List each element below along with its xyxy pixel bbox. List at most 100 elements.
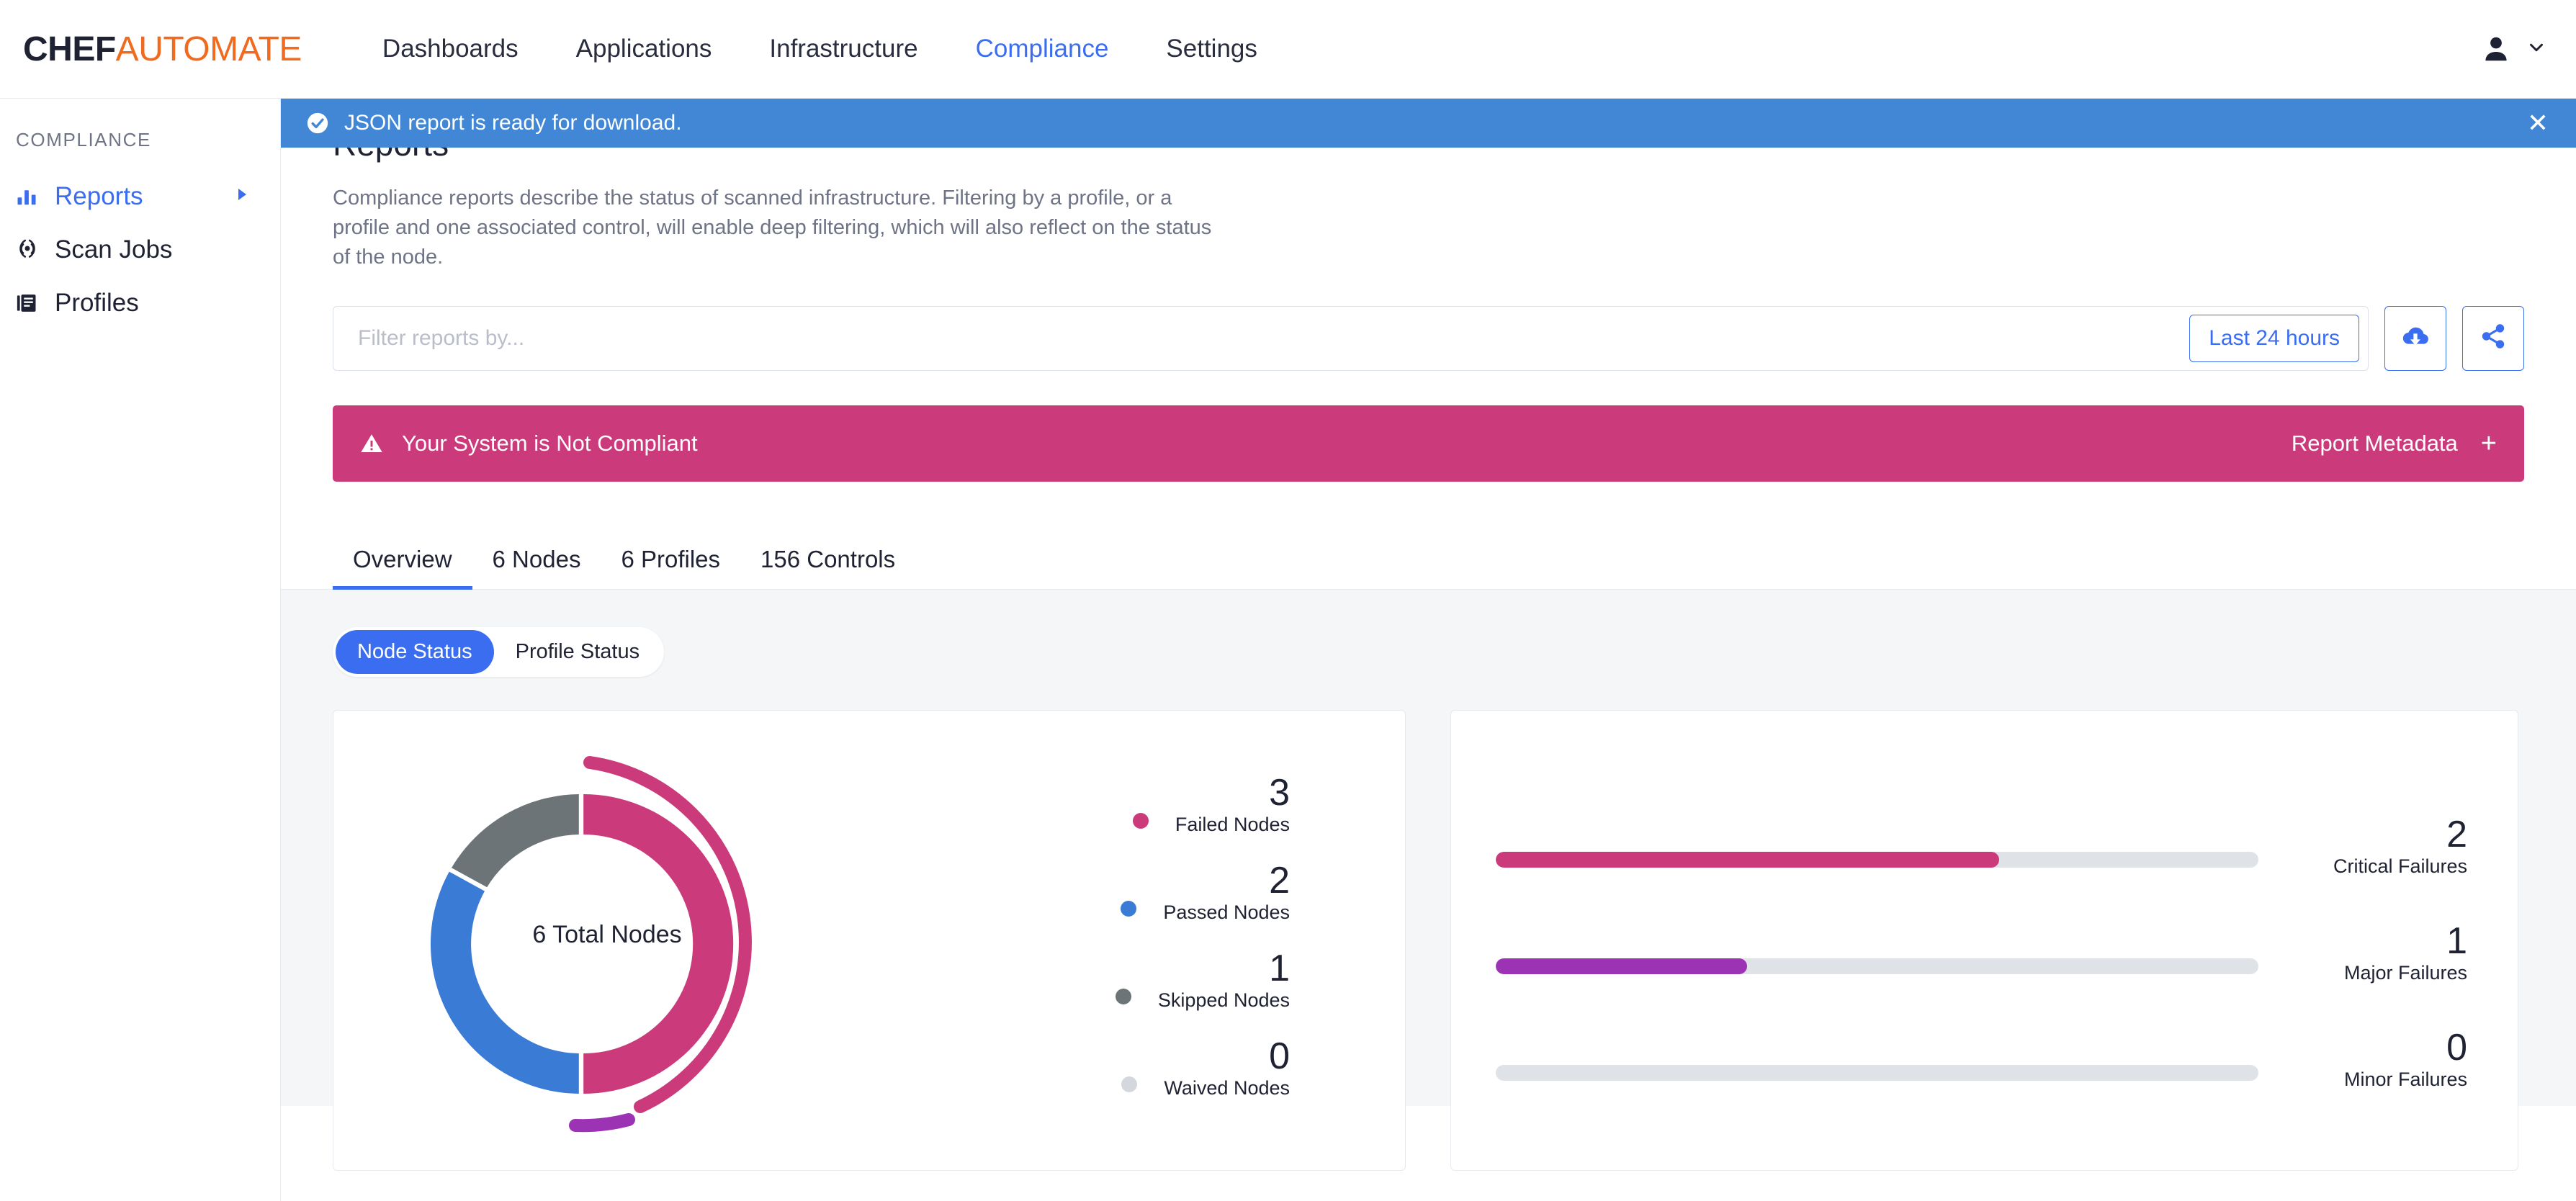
legend-item-failed-nodes[interactable]: 3 Failed Nodes: [1126, 771, 1290, 836]
brand-logo[interactable]: CHEFAUTOMATE: [23, 30, 302, 69]
legend-item-waived-nodes[interactable]: 0 Waived Nodes: [1115, 1035, 1290, 1099]
legend-label-failed: Failed Nodes: [1175, 813, 1290, 835]
book-icon: [16, 292, 48, 314]
bar-count-critical: 2: [2446, 813, 2467, 855]
expand-plus-icon: +: [2480, 428, 2497, 459]
brand-chef: CHEF: [23, 30, 116, 68]
sidebar-item-scan-jobs[interactable]: Scan Jobs: [0, 223, 280, 276]
download-report-button[interactable]: [2384, 305, 2446, 371]
bar-row-major-failures[interactable]: 1 Major Failures: [1496, 922, 2467, 984]
cloud-download-icon: [2401, 322, 2430, 354]
legend-count-skipped: 1: [1269, 947, 1290, 989]
share-report-button[interactable]: [2462, 305, 2524, 371]
nav-item-dashboards[interactable]: Dashboards: [354, 35, 547, 63]
legend-label-skipped: Skipped Nodes: [1157, 989, 1290, 1011]
check-circle-icon: [305, 111, 330, 135]
tab-overview[interactable]: Overview: [333, 546, 472, 590]
sidebar-item-label-reports: Reports: [55, 182, 143, 210]
nav-item-applications[interactable]: Applications: [547, 35, 741, 63]
notification-banner: JSON report is ready for download. ✕: [281, 99, 2576, 148]
donut-slice-passed: [430, 871, 579, 1094]
chevron-down-icon: [2526, 37, 2547, 62]
chevron-right-icon[interactable]: [233, 186, 250, 207]
nav-item-compliance[interactable]: Compliance: [947, 35, 1138, 63]
top-navigation-bar: CHEFAUTOMATE Dashboards Applications Inf…: [0, 0, 2576, 99]
donut-slice-skipped: [452, 793, 579, 887]
report-tabs: Overview 6 Nodes 6 Profiles 156 Controls: [281, 523, 2576, 590]
sidebar-item-label-scan-jobs: Scan Jobs: [55, 235, 173, 264]
legend-text-passed: 2 Passed Nodes: [1163, 859, 1290, 924]
overview-cards: 6 Total Nodes 3 Failed Nodes 2 Passed No…: [333, 709, 2524, 1171]
bar-fill-critical: [1496, 851, 1999, 868]
user-menu[interactable]: [2479, 32, 2547, 66]
donut-center-label: 6 Total Nodes: [532, 920, 682, 948]
failure-severity-card: 2 Critical Failures 1 Major Failures 0 M…: [1450, 709, 2518, 1171]
close-icon[interactable]: ✕: [2527, 110, 2549, 136]
compliance-alert-banner: Your System is Not Compliant Report Meta…: [333, 405, 2524, 482]
legend-count-waived: 0: [1269, 1035, 1290, 1077]
bar-row-critical-failures[interactable]: 2 Critical Failures: [1496, 813, 2467, 878]
user-icon: [2479, 32, 2513, 66]
overview-content: Node Status Profile Status 6 Total Nodes…: [281, 589, 2576, 1171]
share-icon: [2479, 323, 2507, 354]
legend-item-passed-nodes[interactable]: 2 Passed Nodes: [1114, 859, 1290, 924]
warning-triangle-icon: [360, 432, 383, 455]
bar-meta-critical: 2 Critical Failures: [2287, 813, 2467, 878]
sidebar-item-label-profiles: Profiles: [55, 289, 139, 317]
main-content: JSON report is ready for download. ✕ Rep…: [281, 99, 2576, 1201]
legend-dot-skipped: [1115, 988, 1131, 1004]
legend-dot-waived: [1121, 1076, 1138, 1092]
bar-track-critical: [1496, 851, 2258, 868]
alert-text: Your System is Not Compliant: [402, 430, 698, 456]
app-root: CHEFAUTOMATE Dashboards Applications Inf…: [0, 0, 2576, 1201]
page-description: Compliance reports describe the status o…: [333, 186, 1212, 269]
bar-count-minor: 0: [2446, 1026, 2467, 1069]
sidebar-item-reports[interactable]: Reports: [0, 170, 280, 223]
nav-item-infrastructure[interactable]: Infrastructure: [740, 35, 946, 63]
outer-arc-major: [569, 1112, 635, 1132]
bar-count-major: 1: [2446, 919, 2467, 962]
bar-track-major: [1496, 958, 2258, 974]
brand-automate: AUTOMATE: [115, 30, 302, 68]
legend-count-passed: 2: [1269, 859, 1290, 901]
date-range-button[interactable]: Last 24 hours: [2189, 314, 2359, 362]
node-status-legend: 3 Failed Nodes 2 Passed Nodes 1 Skipped …: [881, 711, 1405, 1099]
failure-bars: 2 Critical Failures 1 Major Failures 0 M…: [1451, 711, 2518, 1091]
search-input[interactable]: [358, 325, 2190, 351]
legend-text-skipped: 1 Skipped Nodes: [1157, 947, 1290, 1012]
notification-message: JSON report is ready for download.: [344, 111, 682, 135]
legend-count-failed: 3: [1269, 771, 1290, 814]
bar-fill-major: [1496, 958, 1748, 974]
legend-label-waived: Waived Nodes: [1164, 1076, 1290, 1099]
status-toggle-group: Node Status Profile Status: [333, 626, 665, 677]
sidebar: COMPLIANCE Reports Scan Jobs Profiles: [0, 99, 281, 1201]
report-metadata-label: Report Metadata: [2291, 430, 2458, 456]
nav-item-settings[interactable]: Settings: [1137, 35, 1285, 63]
sidebar-item-profiles[interactable]: Profiles: [0, 276, 280, 330]
bar-track-minor: [1496, 1064, 2258, 1081]
toggle-node-status[interactable]: Node Status: [336, 629, 494, 674]
node-status-donut-chart: 6 Total Nodes: [333, 711, 881, 1166]
bar-label-major: Major Failures: [2343, 961, 2467, 984]
legend-dot-passed: [1121, 900, 1137, 917]
tab-profiles[interactable]: 6 Profiles: [601, 546, 740, 589]
tab-controls[interactable]: 156 Controls: [740, 546, 915, 589]
bar-row-minor-failures[interactable]: 0 Minor Failures: [1496, 1026, 2467, 1091]
bar-chart-icon: [16, 186, 48, 207]
legend-label-passed: Passed Nodes: [1163, 901, 1290, 923]
bar-meta-major: 1 Major Failures: [2287, 922, 2467, 984]
report-metadata-toggle[interactable]: Report Metadata +: [2292, 430, 2497, 457]
filter-input-wrapper[interactable]: Last 24 hours: [333, 305, 2369, 371]
filter-toolbar: Last 24 hours: [333, 305, 2524, 371]
legend-text-failed: 3 Failed Nodes: [1175, 771, 1290, 836]
target-icon: [16, 238, 48, 261]
toggle-profile-status[interactable]: Profile Status: [494, 630, 661, 674]
legend-item-skipped-nodes[interactable]: 1 Skipped Nodes: [1109, 947, 1290, 1012]
bar-meta-minor: 0 Minor Failures: [2287, 1026, 2467, 1091]
legend-dot-failed: [1132, 812, 1149, 829]
tab-nodes[interactable]: 6 Nodes: [472, 546, 601, 589]
sidebar-section-title: COMPLIANCE: [16, 129, 151, 150]
legend-text-waived: 0 Waived Nodes: [1164, 1035, 1290, 1099]
main-nav-links: Dashboards Applications Infrastructure C…: [354, 35, 1286, 63]
node-status-card: 6 Total Nodes 3 Failed Nodes 2 Passed No…: [333, 709, 1406, 1171]
